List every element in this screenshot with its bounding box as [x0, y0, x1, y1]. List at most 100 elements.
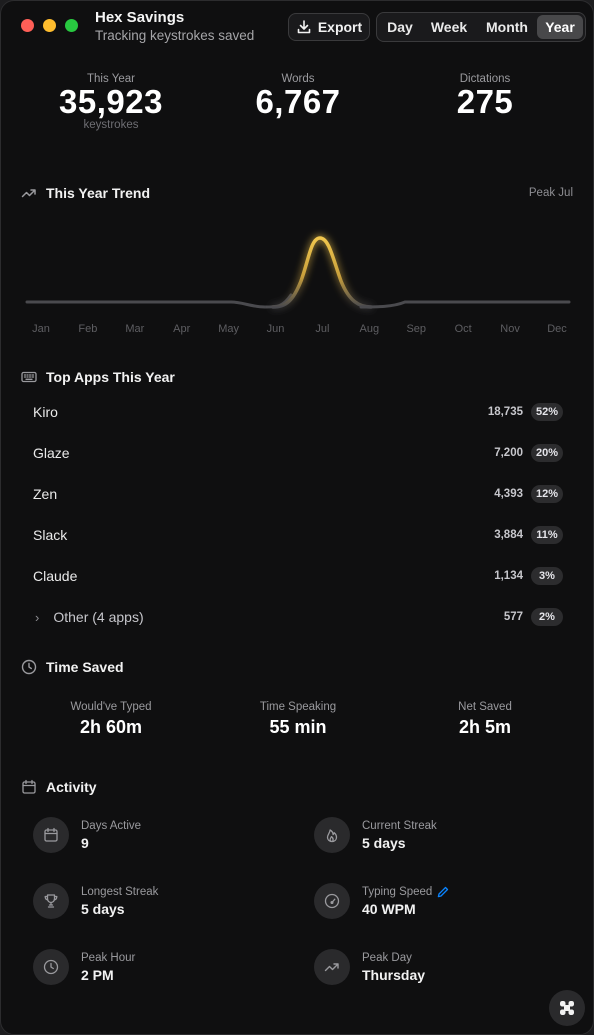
- app-name: Zen: [33, 486, 58, 502]
- longest-streak-value: 5 days: [81, 900, 125, 917]
- time-speaking-stat: Time Speaking 55 min: [218, 701, 378, 738]
- trend-up-icon: [21, 189, 36, 198]
- days-active-item: Days Active 9: [33, 817, 141, 853]
- trend-section-header: This Year Trend: [21, 185, 150, 201]
- typing-speed-item: Typing Speed 40 WPM: [314, 883, 449, 919]
- month-label: Apr: [173, 323, 191, 335]
- peak-hour-label: Peak Hour: [81, 951, 136, 964]
- trend-peak-line: [271, 236, 373, 309]
- month-label: Jan: [32, 323, 50, 335]
- trend-chart: [25, 236, 571, 309]
- clock-icon: [33, 949, 69, 985]
- period-month[interactable]: Month: [477, 15, 537, 39]
- trend-title: This Year Trend: [46, 185, 151, 201]
- hex-logo-icon: [560, 1001, 574, 1015]
- trend-month-axis: Jan Feb Mar Apr May Jun Jul Aug Sep Oct …: [21, 323, 577, 335]
- dictations-stat: Dictations 275: [415, 73, 555, 119]
- app-percent-badge: 3%: [531, 567, 563, 585]
- keystrokes-stat-value: 35,923: [59, 83, 163, 120]
- keyboard-icon: [21, 371, 37, 383]
- app-percent-badge: 12%: [531, 485, 563, 503]
- days-active-label: Days Active: [81, 819, 142, 832]
- app-count: 7,200: [494, 447, 523, 459]
- app-count: 4,393: [494, 488, 523, 500]
- month-label: Sep: [406, 323, 427, 335]
- trend-tail-line: [359, 300, 571, 309]
- other-apps-row[interactable]: › Other (4 apps) 577 2%: [33, 605, 563, 629]
- time-saved-title: Time Saved: [46, 659, 124, 675]
- calendar-icon: [33, 817, 69, 853]
- top-apps-title: Top Apps This Year: [46, 369, 175, 385]
- export-label: Export: [317, 19, 363, 35]
- time-speaking-value: 55 min: [269, 717, 327, 737]
- app-row[interactable]: Claude 1,134 3%: [33, 564, 563, 588]
- hex-savings-window: Hex Savings Tracking keystrokes saved Ex…: [0, 0, 594, 1035]
- app-percent-badge: 52%: [531, 403, 563, 421]
- flame-icon: [314, 817, 350, 853]
- app-name: Kiro: [33, 404, 58, 420]
- would-have-typed-label: Would've Typed: [70, 701, 152, 713]
- typing-speed-label-row: Typing Speed: [362, 886, 449, 898]
- typing-speed-value: 40 WPM: [362, 900, 416, 917]
- net-saved-value: 2h 5m: [458, 717, 512, 737]
- period-segmented-control: Day Week Month Year: [376, 12, 586, 42]
- export-button[interactable]: Export: [288, 13, 370, 41]
- longest-streak-label: Longest Streak: [81, 885, 159, 898]
- trend-up-icon: [314, 949, 350, 985]
- speedometer-icon: [314, 883, 350, 919]
- close-window-button[interactable]: [21, 19, 34, 32]
- peak-day-value: Thursday: [362, 966, 426, 983]
- trend-baseline-line: [25, 293, 293, 309]
- month-label: Aug: [359, 323, 380, 335]
- current-streak-label: Current Streak: [362, 819, 437, 832]
- zoom-window-button[interactable]: [65, 19, 78, 32]
- peak-day-item: Peak Day Thursday: [314, 949, 425, 985]
- words-stat: Words 6,767: [228, 73, 368, 119]
- app-count: 3,884: [494, 529, 523, 541]
- top-apps-section-header: Top Apps This Year: [21, 369, 175, 385]
- month-label: Dec: [547, 323, 567, 335]
- peak-hour-value: 2 PM: [81, 966, 114, 983]
- app-row[interactable]: Kiro 18,735 52%: [33, 400, 563, 424]
- other-apps-percent-badge: 2%: [531, 608, 563, 626]
- pencil-edit-icon[interactable]: [437, 886, 449, 898]
- keystrokes-stat: This Year 35,923 keystrokes: [41, 73, 181, 131]
- keystrokes-stat-unit: keystrokes: [83, 119, 139, 131]
- app-row[interactable]: Glaze 7,200 20%: [33, 441, 563, 465]
- words-stat-value: 6,767: [255, 83, 341, 120]
- trend-peak-label: Peak Jul: [528, 187, 573, 199]
- peak-day-label: Peak Day: [362, 951, 412, 964]
- net-saved-label: Net Saved: [458, 701, 512, 713]
- period-year[interactable]: Year: [537, 15, 583, 39]
- period-day[interactable]: Day: [379, 15, 421, 39]
- app-name: Slack: [33, 527, 68, 543]
- app-name: Glaze: [33, 445, 70, 461]
- would-have-typed-stat: Would've Typed 2h 60m: [31, 701, 191, 738]
- chevron-right-icon[interactable]: ›: [35, 610, 39, 625]
- typing-speed-label: Typing Speed: [362, 885, 433, 898]
- minimize-window-button[interactable]: [43, 19, 56, 32]
- activity-title: Activity: [46, 779, 97, 795]
- longest-streak-item: Longest Streak 5 days: [33, 883, 158, 919]
- app-count: 1,134: [494, 570, 523, 582]
- other-apps-count: 577: [503, 611, 523, 623]
- app-count: 18,735: [487, 406, 523, 418]
- days-active-value: 9: [81, 834, 89, 851]
- month-label: Nov: [500, 323, 520, 335]
- hex-app-button[interactable]: [549, 990, 585, 1026]
- app-row[interactable]: Slack 3,884 11%: [33, 523, 563, 547]
- download-icon: [297, 20, 311, 34]
- net-saved-stat: Net Saved 2h 5m: [405, 701, 565, 738]
- month-label: Mar: [125, 323, 145, 335]
- dictations-stat-value: 275: [456, 83, 514, 120]
- activity-section-header: Activity: [21, 779, 97, 795]
- current-streak-value: 5 days: [362, 834, 406, 851]
- month-label: Feb: [78, 323, 98, 335]
- app-percent-badge: 11%: [531, 526, 563, 544]
- app-row[interactable]: Zen 4,393 12%: [33, 482, 563, 506]
- window-controls: [21, 19, 78, 32]
- clock-icon: [21, 659, 37, 675]
- window-title: Hex Savings: [95, 9, 185, 26]
- month-label: Jun: [266, 323, 285, 335]
- period-week[interactable]: Week: [421, 15, 477, 39]
